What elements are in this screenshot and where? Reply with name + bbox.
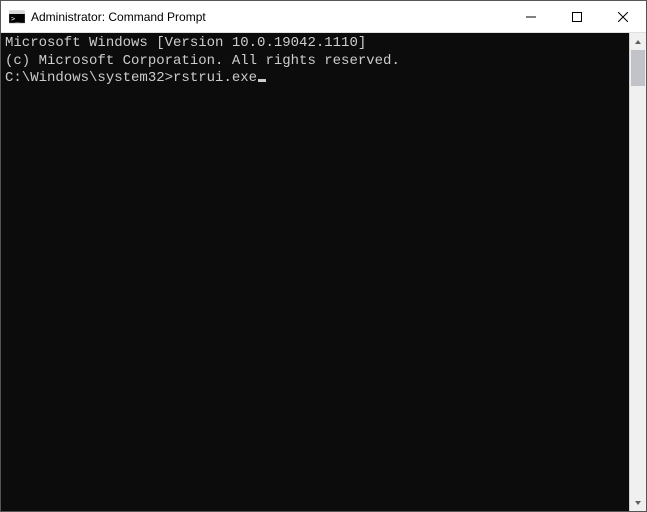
terminal[interactable]: Microsoft Windows [Version 10.0.19042.11…	[1, 33, 629, 511]
window-controls	[508, 1, 646, 32]
maximize-button[interactable]	[554, 1, 600, 32]
cursor	[258, 79, 266, 82]
window-title: Administrator: Command Prompt	[31, 10, 508, 24]
minimize-button[interactable]	[508, 1, 554, 32]
close-button[interactable]	[600, 1, 646, 32]
svg-text:>_: >_	[11, 15, 20, 23]
scroll-down-button[interactable]	[630, 494, 646, 511]
vertical-scrollbar[interactable]	[629, 33, 646, 511]
scrollbar-thumb[interactable]	[631, 50, 645, 86]
command-prompt-window: >_ Administrator: Command Prompt Microso…	[0, 0, 647, 512]
terminal-line: Microsoft Windows [Version 10.0.19042.11…	[5, 35, 625, 53]
content-area: Microsoft Windows [Version 10.0.19042.11…	[1, 33, 646, 511]
command-input: rstrui.exe	[173, 70, 257, 86]
titlebar[interactable]: >_ Administrator: Command Prompt	[1, 1, 646, 33]
terminal-line: (c) Microsoft Corporation. All rights re…	[5, 53, 625, 71]
scroll-up-button[interactable]	[630, 33, 646, 50]
scrollbar-track[interactable]	[630, 50, 646, 494]
terminal-prompt-line: C:\Windows\system32>rstrui.exe	[5, 70, 625, 88]
prompt: C:\Windows\system32>	[5, 70, 173, 86]
app-icon: >_	[9, 9, 25, 25]
